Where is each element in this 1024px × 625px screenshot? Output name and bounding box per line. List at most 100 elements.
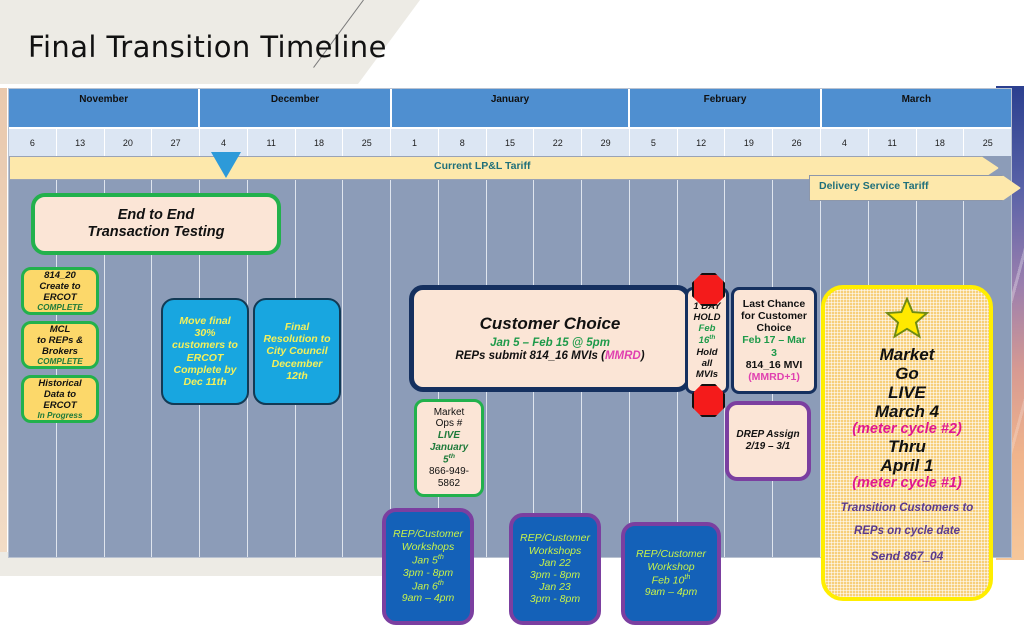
- hold-day-suffix: th: [709, 334, 716, 342]
- week-tick-1: 13: [57, 129, 105, 156]
- ops-phone-line-1: 866-949-: [428, 466, 470, 478]
- workshop-box-2[interactable]: REP/Customer Workshops Jan 22 3pm - 8pm Jan …: [509, 513, 601, 625]
- detail-suffix: ): [640, 349, 645, 362]
- city-council-resolution-box[interactable]: Final Resolution to City Council December 12…: [253, 298, 341, 405]
- last-chance-line-1: Last Chance: [742, 297, 806, 310]
- status-line-2: to REPs &: [37, 334, 83, 346]
- month-header-february: February: [630, 89, 822, 129]
- drep-line-2: 2/19 – 3/1: [745, 441, 791, 452]
- workshop-line-suffix: th: [437, 578, 444, 587]
- move-customers-box[interactable]: Move final 30% customers to ERCOT Complete b…: [161, 298, 249, 405]
- workshop-line-0: REP/Customer: [635, 548, 707, 561]
- workshop-line-5: 9am – 4pm: [401, 592, 455, 605]
- month-header-november: November: [9, 89, 201, 129]
- week-tick-16: 26: [773, 129, 822, 156]
- end-to-end-testing-box[interactable]: End to End Transaction Testing: [31, 193, 281, 255]
- week-tick-7: 25: [343, 129, 392, 156]
- ops-line-5: 5th: [443, 453, 455, 466]
- decorative-left-strip: [0, 88, 7, 558]
- week-tick-14: 12: [678, 129, 726, 156]
- workshop-line-3: 3pm - 8pm: [529, 569, 581, 581]
- week-tick-10: 15: [487, 129, 535, 156]
- week-tick-3: 27: [152, 129, 201, 156]
- cyan-line-3: ERCOT: [186, 351, 224, 364]
- mgl-line-4: March 4: [874, 402, 940, 422]
- hold-line-5: Hold: [696, 346, 718, 358]
- week-tick-19: 18: [917, 129, 965, 156]
- current-date-triangle-marker-icon: [211, 152, 241, 178]
- mgl-line-10: REPs on cycle date: [853, 525, 961, 538]
- week-tick-11: 22: [534, 129, 583, 156]
- workshop-box-1[interactable]: REP/Customer Workshops Jan 5th 3pm - 8pm Jan…: [382, 508, 474, 625]
- last-chance-line-2: for Customer: [741, 310, 807, 323]
- mgl-line-1: Market: [879, 345, 935, 364]
- week-tick-18: 11: [869, 129, 917, 156]
- workshop-line-0: REP/Customer: [519, 532, 591, 545]
- workshop-line-3: 9am – 4pm: [644, 586, 698, 599]
- status-badge: COMPLETE: [37, 356, 83, 366]
- ops-line-3: LIVE: [437, 429, 461, 441]
- detail-tag: MMRD: [604, 349, 641, 362]
- status-box-historical-data[interactable]: Historical Data to ERCOT In Progress: [21, 375, 99, 423]
- market-go-live-box[interactable]: Market Go LIVE March 4 (meter cycle #2) …: [821, 285, 993, 601]
- week-tick-0: 6: [9, 129, 57, 156]
- drep-line-1: DREP Assign: [736, 429, 800, 441]
- customer-choice-box[interactable]: Customer Choice Jan 5 – Feb 15 @ 5pm REP…: [409, 285, 691, 392]
- status-badge: COMPLETE: [37, 302, 83, 312]
- current-tariff-label: Current LP&L Tariff: [434, 160, 531, 172]
- week-tick-9: 8: [439, 129, 487, 156]
- delivery-tariff-label: Delivery Service Tariff: [819, 180, 929, 192]
- status-line-3: ERCOT: [43, 291, 77, 303]
- status-box-814-20[interactable]: 814_20 Create to ERCOT COMPLETE: [21, 267, 99, 315]
- mgl-line-2: Go: [895, 364, 919, 384]
- cyan-line-0: Final: [284, 321, 310, 334]
- market-ops-phone-box[interactable]: Market Ops # LIVE January 5th 866-949- 5…: [414, 399, 484, 497]
- month-header-january: January: [391, 89, 631, 129]
- customer-choice-detail: REPs submit 814_16 MVIs (MMRD): [455, 350, 644, 363]
- workshop-line-suffix: th: [437, 552, 444, 561]
- status-box-mcl[interactable]: MCL to REPs & Brokers COMPLETE: [21, 321, 99, 369]
- cyan-line-4: 12th: [286, 369, 308, 382]
- ops-day-suffix: th: [448, 453, 455, 461]
- status-line-1: Historical: [38, 377, 82, 389]
- workshop-box-3[interactable]: REP/Customer Workshop Feb 10th 9am – 4pm: [621, 522, 721, 625]
- ops-line-4: January: [429, 441, 469, 453]
- timeline-chart: November December January February March 6 13…: [8, 88, 1021, 625]
- workshop-line-0: REP/Customer: [392, 528, 464, 541]
- week-tick-20: 25: [982, 137, 993, 148]
- status-line-2: Data to: [43, 388, 77, 400]
- slide-canvas: Final Transition Timeline November Decemb…: [0, 0, 1024, 625]
- workshop-line-1: Workshops: [528, 544, 582, 557]
- cyan-line-1: 30%: [194, 327, 216, 340]
- cyan-line-2: customers to: [172, 339, 238, 352]
- end-to-end-line-1: End to End: [117, 207, 195, 224]
- workshop-line-5: 3pm - 8pm: [529, 593, 581, 606]
- month-header-march: March: [821, 89, 1011, 129]
- workshop-line-1: Workshops: [401, 540, 455, 553]
- ops-line-1: Market: [433, 406, 465, 418]
- week-tick-17: 4: [821, 129, 869, 156]
- hold-line-2: HOLD: [693, 312, 721, 324]
- week-tick-2: 20: [105, 129, 153, 156]
- last-chance-line-5: 3: [771, 346, 777, 359]
- month-header-row: November December January February March: [9, 89, 1011, 129]
- status-line-3: ERCOT: [43, 399, 77, 411]
- hold-line-3: Feb: [698, 323, 716, 335]
- week-header-row: 6 13 20 27 4 11 18 25 1 8 15 22 29 5 12 19 26 4 11 18 25: [9, 129, 1011, 156]
- week-tick-13: 5: [630, 129, 678, 156]
- status-line-2: Create to: [39, 280, 81, 292]
- month-header-december: December: [200, 89, 392, 129]
- workshop-line-4: Jan 23: [539, 581, 571, 594]
- workshop-line-3: 3pm - 8pm: [402, 566, 454, 579]
- last-chance-box[interactable]: Last Chance for Customer Choice Feb 17 –…: [731, 287, 817, 394]
- status-line-1: 814_20: [44, 269, 76, 281]
- drep-assign-box[interactable]: DREP Assign 2/19 – 3/1: [725, 401, 811, 481]
- cyan-line-4: Complete by: [173, 363, 237, 376]
- last-chance-line-6: 814_16 MVI: [745, 358, 803, 371]
- page-title: Final Transition Timeline: [28, 30, 387, 64]
- mgl-line-8: (meter cycle #1): [852, 475, 962, 492]
- customer-choice-title: Customer Choice: [479, 313, 621, 333]
- ops-line-2: Ops #: [435, 418, 463, 430]
- workshop-line-2: Jan 22: [539, 556, 571, 569]
- workshop-line-1: Workshop: [647, 560, 695, 573]
